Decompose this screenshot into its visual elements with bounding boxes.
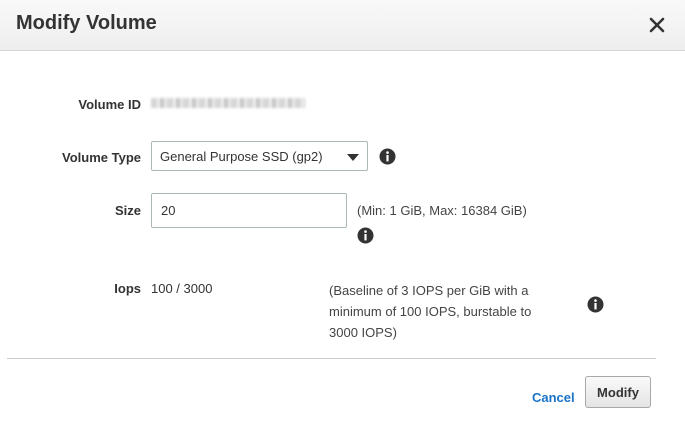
iops-description: (Baseline of 3 IOPS per GiB with a minim… <box>329 280 569 343</box>
size-info-icon[interactable] <box>357 227 374 244</box>
iops-info-icon[interactable] <box>587 296 604 313</box>
cancel-button[interactable]: Cancel <box>532 390 575 405</box>
iops-description-line: (Baseline of 3 IOPS per GiB with a <box>329 283 529 298</box>
dialog-title: Modify Volume <box>16 12 157 34</box>
close-icon <box>649 17 665 33</box>
volume-id-value-redacted <box>151 98 305 108</box>
modify-button[interactable]: Modify <box>585 376 651 408</box>
iops-description-line: minimum of 100 IOPS, burstable to <box>329 304 532 319</box>
volume-type-selected-value: General Purpose SSD (gp2) <box>160 149 323 164</box>
size-label: Size <box>114 203 141 218</box>
close-button[interactable] <box>644 12 670 38</box>
chevron-down-icon <box>347 154 359 161</box>
volume-type-select[interactable]: General Purpose SSD (gp2) <box>151 141 368 171</box>
size-hint: (Min: 1 GiB, Max: 16384 GiB) <box>357 203 527 218</box>
footer-divider <box>7 358 656 359</box>
size-input[interactable] <box>151 193 347 228</box>
iops-label: Iops <box>114 281 141 296</box>
iops-description-line: 3000 IOPS) <box>329 325 397 340</box>
modify-volume-dialog: Modify Volume Volume ID Volume Type Gene… <box>0 0 685 422</box>
dialog-header: Modify Volume <box>0 0 685 51</box>
iops-value: 100 / 3000 <box>151 281 213 296</box>
volume-id-label: Volume ID <box>78 97 141 112</box>
volume-type-label: Volume Type <box>62 150 141 165</box>
volume-type-info-icon[interactable] <box>379 148 396 165</box>
